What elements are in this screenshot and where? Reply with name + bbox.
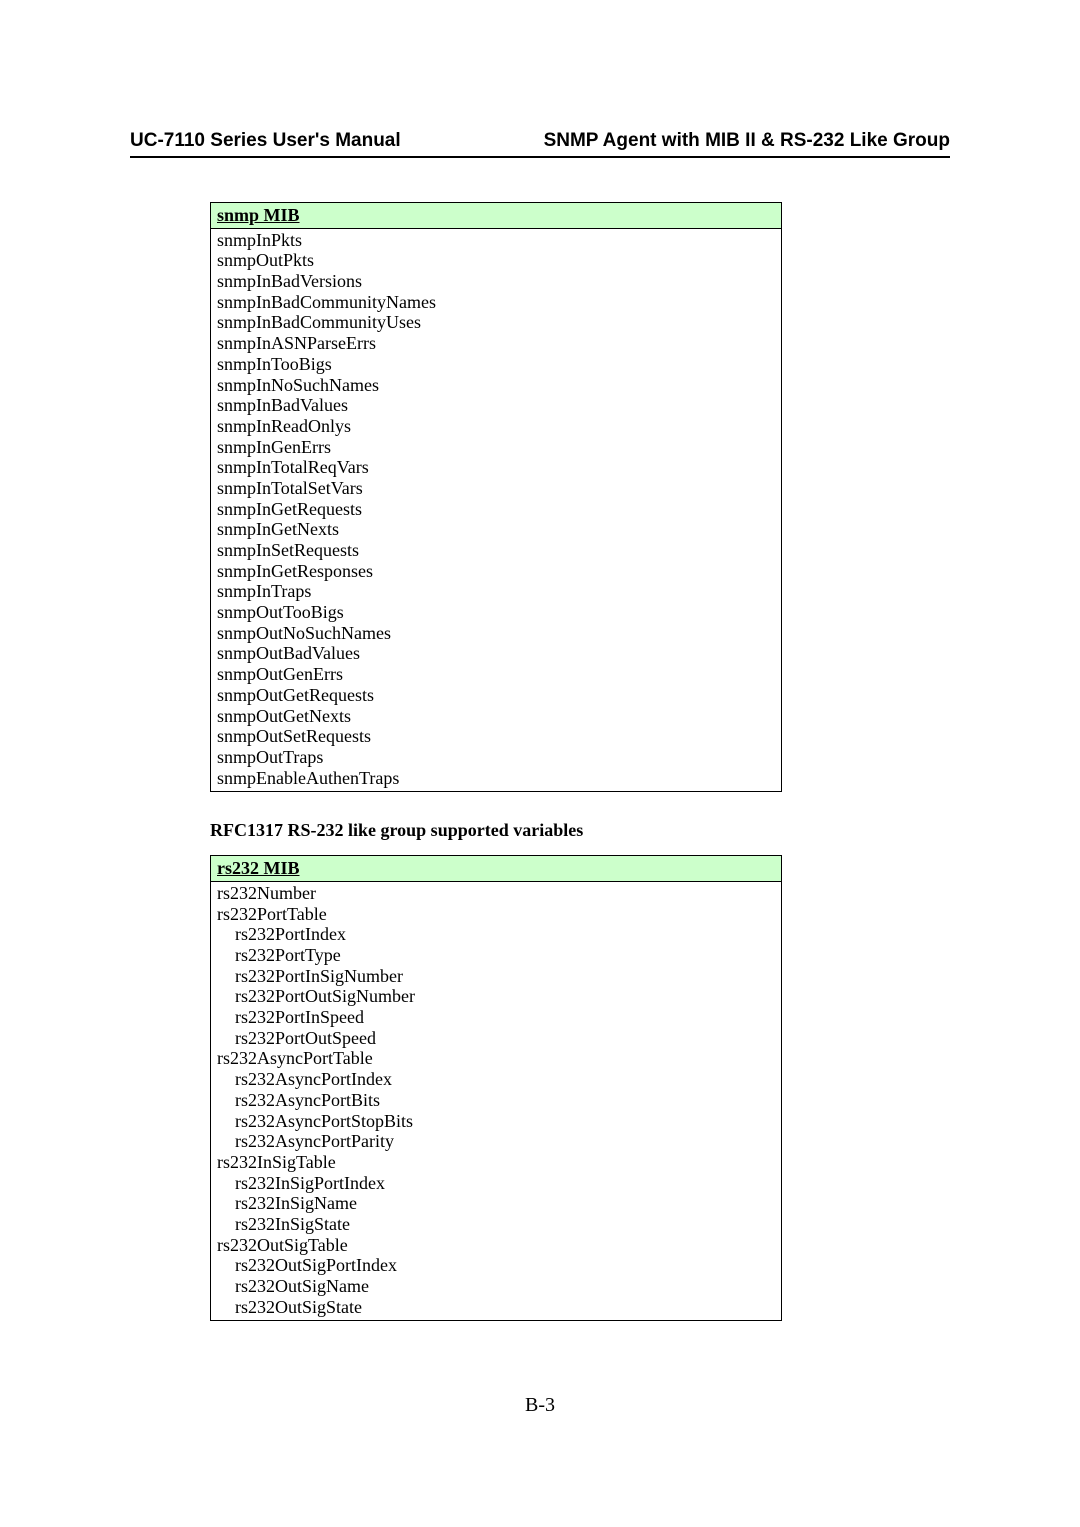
mib-row: rs232PortInSigNumber bbox=[217, 966, 775, 987]
mib-row: snmpOutTraps bbox=[217, 747, 775, 768]
mib-row: snmpInReadOnlys bbox=[217, 416, 775, 437]
rs232-mib-body: rs232Numberrs232PortTablers232PortIndexr… bbox=[211, 882, 781, 1320]
mib-row: rs232Number bbox=[217, 883, 775, 904]
mib-row: snmpInASNParseErrs bbox=[217, 333, 775, 354]
mib-row: rs232PortOutSpeed bbox=[217, 1028, 775, 1049]
mib-row: rs232PortType bbox=[217, 945, 775, 966]
mib-row: snmpInGetNexts bbox=[217, 519, 775, 540]
mib-row: snmpInBadCommunityNames bbox=[217, 292, 775, 313]
mib-row: rs232AsyncPortBits bbox=[217, 1090, 775, 1111]
mib-row: rs232PortInSpeed bbox=[217, 1007, 775, 1028]
page: UC-7110 Series User's Manual SNMP Agent … bbox=[0, 0, 1080, 1527]
mib-row: snmpOutGenErrs bbox=[217, 664, 775, 685]
mib-row: snmpOutPkts bbox=[217, 250, 775, 271]
mib-row: rs232OutSigName bbox=[217, 1276, 775, 1297]
mib-row: snmpOutBadValues bbox=[217, 643, 775, 664]
mib-row: snmpInTooBigs bbox=[217, 354, 775, 375]
mib-row: rs232InSigPortIndex bbox=[217, 1173, 775, 1194]
mib-row: snmpOutTooBigs bbox=[217, 602, 775, 623]
mib-row: rs232InSigTable bbox=[217, 1152, 775, 1173]
mib-row: rs232AsyncPortTable bbox=[217, 1048, 775, 1069]
mib-row: snmpInTraps bbox=[217, 581, 775, 602]
content-area: snmp MIB snmpInPktssnmpOutPktssnmpInBadV… bbox=[210, 202, 950, 1321]
mib-row: snmpEnableAuthenTraps bbox=[217, 768, 775, 789]
mib-row: rs232InSigName bbox=[217, 1193, 775, 1214]
mib-row: snmpOutGetNexts bbox=[217, 706, 775, 727]
rs232-section-title: RFC1317 RS-232 like group supported vari… bbox=[210, 820, 950, 841]
header-left: UC-7110 Series User's Manual bbox=[130, 130, 401, 152]
snmp-mib-header: snmp MIB bbox=[211, 203, 781, 229]
mib-row: rs232OutSigState bbox=[217, 1297, 775, 1318]
mib-row: snmpOutNoSuchNames bbox=[217, 623, 775, 644]
page-header: UC-7110 Series User's Manual SNMP Agent … bbox=[130, 130, 950, 158]
mib-row: rs232OutSigTable bbox=[217, 1235, 775, 1256]
mib-row: snmpInTotalSetVars bbox=[217, 478, 775, 499]
mib-row: rs232InSigState bbox=[217, 1214, 775, 1235]
mib-row: rs232AsyncPortParity bbox=[217, 1131, 775, 1152]
mib-row: rs232OutSigPortIndex bbox=[217, 1255, 775, 1276]
mib-row: snmpInBadCommunityUses bbox=[217, 312, 775, 333]
snmp-mib-body: snmpInPktssnmpOutPktssnmpInBadVersionssn… bbox=[211, 229, 781, 792]
snmp-mib-table: snmp MIB snmpInPktssnmpOutPktssnmpInBadV… bbox=[210, 202, 782, 792]
mib-row: snmpInGenErrs bbox=[217, 437, 775, 458]
mib-row: rs232AsyncPortStopBits bbox=[217, 1111, 775, 1132]
rs232-mib-header: rs232 MIB bbox=[211, 856, 781, 882]
mib-row: snmpInBadVersions bbox=[217, 271, 775, 292]
mib-row: snmpOutSetRequests bbox=[217, 726, 775, 747]
mib-row: rs232PortOutSigNumber bbox=[217, 986, 775, 1007]
mib-row: snmpOutGetRequests bbox=[217, 685, 775, 706]
mib-row: snmpInTotalReqVars bbox=[217, 457, 775, 478]
header-right: SNMP Agent with MIB II & RS-232 Like Gro… bbox=[544, 130, 950, 152]
mib-row: snmpInNoSuchNames bbox=[217, 375, 775, 396]
mib-row: rs232PortIndex bbox=[217, 924, 775, 945]
mib-row: rs232PortTable bbox=[217, 904, 775, 925]
mib-row: rs232AsyncPortIndex bbox=[217, 1069, 775, 1090]
mib-row: snmpInSetRequests bbox=[217, 540, 775, 561]
mib-row: snmpInGetRequests bbox=[217, 499, 775, 520]
page-number: B-3 bbox=[0, 1394, 1080, 1417]
mib-row: snmpInBadValues bbox=[217, 395, 775, 416]
rs232-mib-table: rs232 MIB rs232Numberrs232PortTablers232… bbox=[210, 855, 782, 1321]
mib-row: snmpInGetResponses bbox=[217, 561, 775, 582]
mib-row: snmpInPkts bbox=[217, 230, 775, 251]
